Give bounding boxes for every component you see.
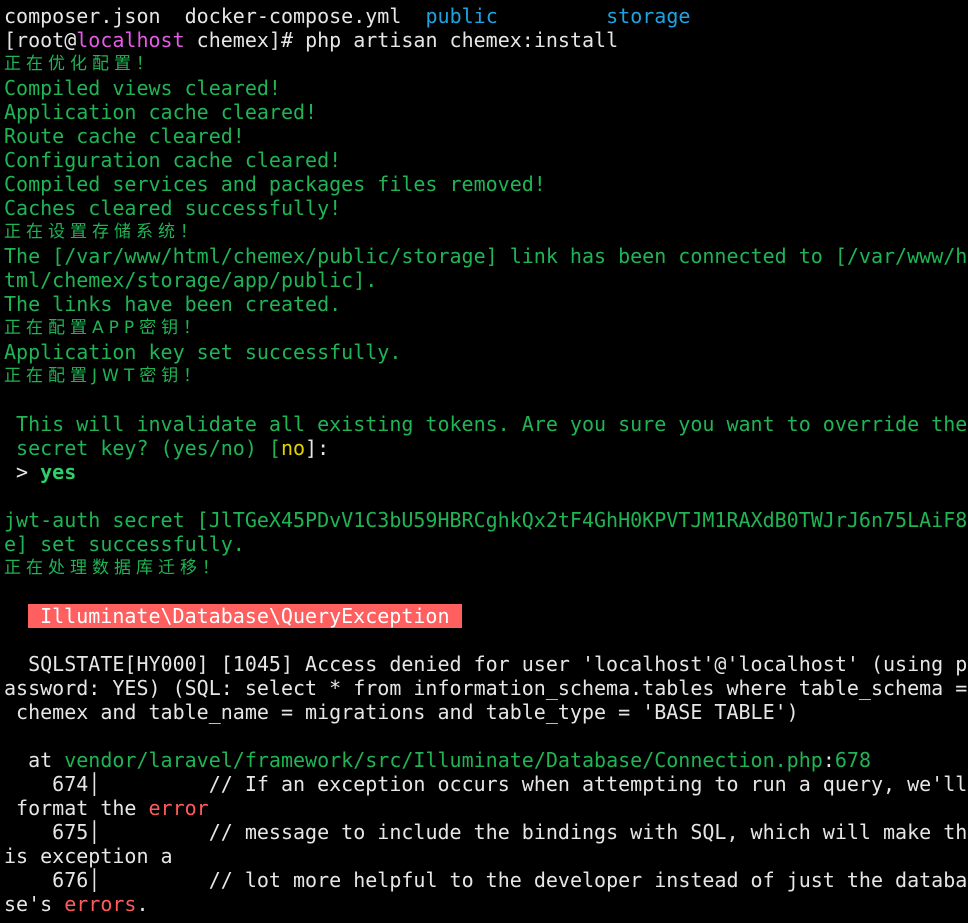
exception-message-1: SQLSTATE[HY000] [1045] Access denied for… [4,652,968,676]
prompt-command: php artisan chemex:install [305,28,619,52]
step-links-created: The links have been created. [4,292,342,316]
step-caches-cleared: Caches cleared successfully! [4,196,342,220]
prompt-host: localhost [76,28,185,52]
step-services-removed: Compiled services and packages files rem… [4,172,546,196]
stack-location-line: at vendor/laravel/framework/src/Illumina… [4,748,871,772]
code-line-676: 676│ // lot more helpful to the develope… [4,868,968,892]
question-line-2: secret key? (yes/no) [no]: [4,436,330,460]
code-gutter: │ [88,868,101,892]
file-composer: composer.json [4,4,161,28]
ls-output-line: composer.json docker-compose.yml public … [4,4,968,28]
step-optimize: 正在优化配置！ [4,54,158,74]
step-migrate: 正在处理数据库迁移！ [4,558,224,578]
step-app-key: 正在配置APP密钥！ [4,318,206,338]
code-line-number: 675 [4,820,89,844]
prompt-user: root [16,28,65,52]
jwt-secret-line-2: e] set successfully. [4,532,245,556]
code-line-674: 674│ // If an exception occurs when atte… [4,772,968,796]
code-line-675-wrap: is exception a [4,844,173,868]
step-jwt-key: 正在配置JWT密钥！ [4,366,206,386]
answer-line: > yes [4,460,77,484]
step-link-line-2: tml/chemex/storage/app/public]. [4,268,378,292]
dir-public: public [425,4,498,28]
code-line-number: 674 [4,772,89,796]
stack-line-number: 678 [834,748,871,772]
prompt-line: [root@localhost chemex]# php artisan che… [4,28,619,52]
step-app-key-set: Application key set successfully. [4,340,402,364]
exception-title-line: Illuminate\Database\QueryException [4,604,968,628]
code-line-number: 676 [4,868,89,892]
exception-message-2: assword: YES) (SQL: select * from inform… [4,676,968,700]
code-line-676-wrap: se's errors. [4,892,149,916]
step-config-cache: Configuration cache cleared! [4,148,342,172]
step-app-cache: Application cache cleared! [4,100,318,124]
question-line-1: This will invalidate all existing tokens… [4,412,968,436]
question-default: no [280,436,306,460]
jwt-secret-line-1: jwt-auth secret [JlTGeX45PDvV1C3bU59HBRC… [4,508,968,532]
exception-badge: Illuminate\Database\QueryException [28,604,462,628]
file-docker-compose: docker-compose.yml [184,4,402,28]
code-line-675: 675│ // message to include the bindings … [4,820,968,844]
code-gutter: │ [88,820,101,844]
step-storage-setup: 正在设置存储系统！ [4,222,202,242]
step-views-cleared: Compiled views cleared! [4,76,281,100]
step-route-cache: Route cache cleared! [4,124,245,148]
answer-value: yes [40,460,77,484]
stack-file-path: vendor/laravel/framework/src/Illuminate/… [64,748,823,772]
exception-message-3: chemex and table_name = migrations and t… [4,700,799,724]
code-line-674-wrap: format the error [4,796,209,820]
step-link-line-1: The [/var/www/html/chemex/public/storage… [4,244,968,268]
terminal-window[interactable]: composer.json docker-compose.yml public … [0,0,968,923]
code-gutter: │ [88,772,101,796]
prompt-cwd: chemex]# [184,28,306,52]
dir-storage: storage [606,4,691,28]
